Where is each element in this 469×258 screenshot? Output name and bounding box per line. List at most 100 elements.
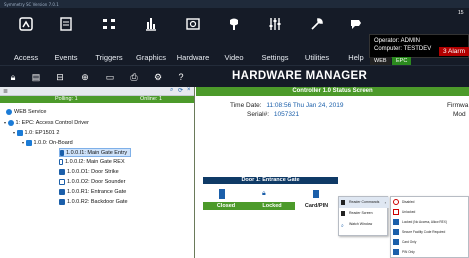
collapse-icon[interactable]: ▾ — [13, 130, 15, 135]
reader-icon — [59, 188, 65, 195]
tree-item[interactable]: ▾ 1.0.0: On-Board — [22, 138, 73, 147]
tree-item[interactable]: WEB Service — [6, 108, 46, 117]
tree-item-selected[interactable]: 1.0.0.I1: Main Gate Entry — [59, 148, 132, 157]
nav-label: Utilities — [304, 53, 330, 62]
serial-row: Serial#: 1057321 — [247, 111, 300, 118]
lock-icon[interactable]: 🔒︎ — [8, 72, 18, 82]
collapse-icon[interactable]: ▾ — [22, 140, 24, 145]
reader-icon[interactable]: ▤ — [31, 72, 41, 82]
facility-code-icon — [393, 229, 399, 235]
lock-icon — [393, 219, 399, 225]
page-title: HARDWARE MANAGER — [232, 70, 368, 82]
controller-icon — [16, 129, 23, 136]
tree-menu-icon[interactable]: ≣ — [3, 88, 8, 95]
events-icon — [60, 17, 72, 31]
tree-item[interactable]: ▾ 1.0: EP1501 2 — [13, 128, 59, 137]
sync-icon[interactable]: ⊕ — [80, 72, 90, 82]
operator-line: Operator: ADMIN — [374, 38, 421, 44]
triggers-icon — [103, 19, 115, 29]
nav-label: Hardware — [176, 53, 210, 62]
submenu-item-pin-only[interactable]: PIN Only — [391, 248, 469, 256]
tree-item[interactable]: ▾ 1: EPC: Access Control Driver — [4, 118, 89, 127]
polling-status-bar: Polling: 1 Online: 1 — [0, 96, 194, 103]
tree-item[interactable]: 1.0.0.R2: Backdoor Gate — [59, 198, 128, 207]
tree-item[interactable]: 1.0.0.O1: Door Strike — [59, 168, 119, 177]
tree-item[interactable]: 1.0.0.O2: Door Sounder — [59, 178, 125, 187]
tree-close-icon[interactable]: × — [187, 87, 191, 93]
keypad-icon — [393, 249, 399, 255]
graphics-icon — [146, 18, 156, 31]
menu-item-reader-screen[interactable]: Reader Screen — [339, 208, 389, 219]
disabled-icon — [393, 199, 399, 205]
submenu-item-unlocked[interactable]: Unlocked — [391, 208, 469, 216]
menu-item-watch-window[interactable]: ⌕ Watch Window — [339, 219, 389, 230]
chevron-right-icon: › — [384, 200, 386, 205]
collapse-icon[interactable]: ▾ — [4, 120, 6, 125]
status-header: Controller 1.0 Status Screen — [196, 87, 469, 96]
nav-events[interactable]: Events — [46, 16, 86, 62]
access-icon — [19, 17, 33, 31]
nav-triggers[interactable]: Triggers — [89, 16, 129, 62]
tree-search-icon[interactable]: ⌕ — [170, 87, 173, 94]
door-closed-status: Closed — [203, 202, 249, 210]
door-locked-status: Locked — [249, 202, 295, 210]
door-icon-row: 🔒︎ — [203, 187, 338, 202]
reader-context-menu: Reader Commands › Reader Screen ⌕ Watch … — [338, 196, 389, 236]
submenu-item-disabled[interactable]: Disabled — [391, 198, 469, 206]
submenu-item-facility-code[interactable]: Secure Facility Code Required — [391, 228, 469, 236]
submenu-item-locked[interactable]: Locked (No Access, Allow REX) — [391, 218, 469, 226]
tree-item[interactable]: 1.0.0.R1: Entrance Gate — [59, 188, 126, 197]
reader-icon — [341, 200, 345, 205]
unlock-icon — [393, 209, 399, 215]
tree-item[interactable]: 1.0.0.I2: Main Gate REX — [59, 158, 125, 167]
tree-toolbar: ≣ ⌕ ⟳ × — [0, 87, 194, 96]
polling-label: Polling: 1 — [55, 96, 78, 102]
door-mode-status: Card/PIN — [295, 202, 338, 210]
screen-icon — [341, 211, 345, 216]
tree-refresh-icon[interactable]: ⟳ — [178, 87, 183, 94]
submenu-item-card-only[interactable]: Card Only — [391, 238, 469, 246]
nav-label: Video — [224, 53, 244, 62]
card-icon — [393, 239, 399, 245]
video-icon — [230, 18, 238, 30]
nav-access[interactable]: Access — [6, 16, 46, 62]
board-icon — [25, 139, 32, 146]
output-icon — [59, 178, 65, 185]
nav-label: Settings — [261, 53, 289, 62]
lock-icon: 🔒︎ — [262, 190, 266, 197]
input-icon — [60, 149, 64, 156]
model-label: Mod — [453, 111, 466, 118]
reader-commands-submenu: Disabled Unlocked Locked (No Access, All… — [390, 196, 469, 258]
window-titlebar: Symmetry SC Version 7.0.1 — [0, 0, 469, 8]
print-icon[interactable]: ⎙ — [129, 72, 139, 82]
output-icon — [59, 168, 65, 175]
monitor-icon[interactable]: ▭ — [105, 72, 115, 82]
reader-icon — [59, 198, 65, 205]
nav-graphics[interactable]: Graphics — [131, 16, 171, 62]
watch-icon: ⌕ — [341, 223, 344, 229]
help-circle-icon[interactable]: ? — [176, 72, 186, 82]
help-icon — [351, 20, 361, 29]
input-icon — [59, 158, 63, 165]
firmware-label: Firmwa — [447, 102, 469, 109]
hardware-toolbar: 🔒︎ ▤ ⊟ ⊕ ▭ ⎙ ⚙ ? HARDWARE MANAGER — [0, 65, 469, 87]
main-nav: Access Events Triggers Graphics Hardware — [0, 8, 469, 66]
driver-icon — [7, 119, 14, 126]
menu-item-reader-commands[interactable]: Reader Commands › — [339, 197, 389, 208]
panel-icon[interactable]: ⊟ — [55, 72, 65, 82]
nav-label: Graphics — [135, 53, 166, 62]
nav-hardware[interactable]: Hardware — [173, 16, 213, 62]
nav-video[interactable]: Video — [214, 16, 254, 62]
nav-utilities[interactable]: Utilities — [297, 16, 337, 62]
reader-icon — [313, 190, 319, 198]
window-title: Symmetry SC Version 7.0.1 — [4, 2, 59, 7]
utilities-icon — [311, 18, 323, 30]
time-date-row: Time Date: 11:08:56 Thu Jan 24, 2019 — [230, 102, 344, 109]
alarm-badge[interactable]: 3 Alarm — [438, 47, 469, 56]
hardware-icon — [186, 18, 200, 30]
gear-icon[interactable]: ⚙ — [153, 72, 163, 82]
nav-label: Access — [13, 53, 39, 62]
top-fragment: 15 — [458, 10, 464, 16]
nav-settings[interactable]: Settings — [255, 16, 295, 62]
globe-icon — [6, 108, 12, 115]
